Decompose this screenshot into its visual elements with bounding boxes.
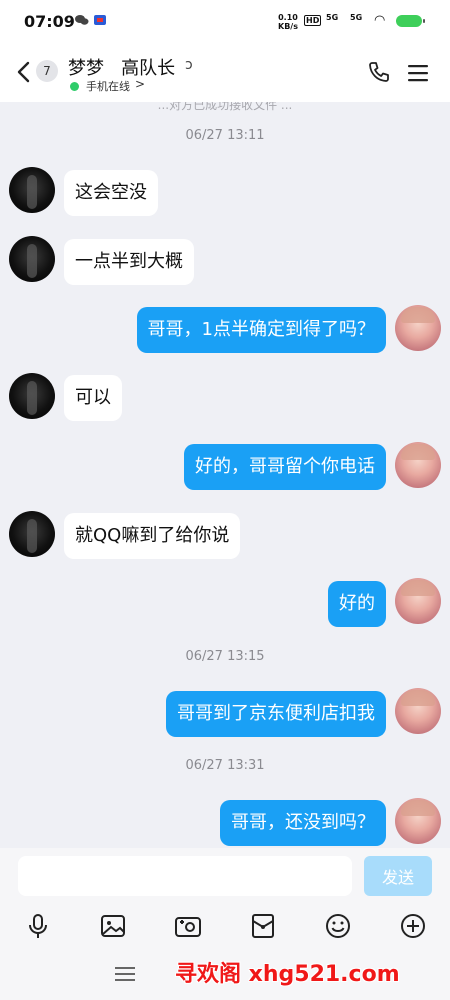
timestamp: 06/27 13:11 — [185, 128, 265, 143]
wifi-icon: ◠ — [374, 13, 386, 28]
signal-2-icon: 5G — [350, 13, 363, 22]
chevron-right-icon: > — [135, 77, 146, 91]
hd-badge: HD — [304, 15, 322, 26]
message-bubble-outgoing[interactable]: 好的，哥哥留个你电话 — [184, 444, 386, 490]
camera-icon[interactable] — [174, 912, 202, 940]
microphone-icon[interactable] — [24, 912, 52, 940]
input-bar: 发送 — [0, 848, 450, 906]
message-bubble-incoming[interactable]: 一点半到大概 — [64, 239, 194, 285]
red-packet-icon[interactable] — [249, 912, 277, 940]
contact-avatar[interactable] — [9, 373, 55, 419]
phone-icon[interactable] — [367, 60, 391, 84]
message-bubble-outgoing[interactable]: 哥哥到了京东便利店扣我 — [166, 691, 386, 737]
wechat-icon — [75, 15, 89, 25]
my-avatar[interactable] — [395, 688, 441, 734]
send-button[interactable]: 发送 — [364, 856, 432, 896]
unread-count-badge[interactable]: 7 — [36, 60, 58, 82]
battery-icon — [396, 15, 425, 27]
contact-avatar[interactable] — [9, 236, 55, 282]
message-bubble-outgoing[interactable]: 好的 — [328, 581, 386, 627]
message-bubble-incoming[interactable]: 可以 — [64, 375, 122, 421]
watermark: 寻欢阁 xhg521.com — [175, 962, 400, 987]
app-notification-icon — [94, 15, 106, 25]
recent-apps-icon[interactable] — [115, 966, 135, 982]
online-dot — [70, 82, 79, 91]
message-bubble-incoming[interactable]: 这会空没 — [64, 170, 158, 216]
message-bubble-outgoing[interactable]: 哥哥，1点半确定到得了吗？ — [136, 307, 386, 353]
chat-toolbar — [0, 906, 450, 946]
signal-1-icon: 5G — [326, 13, 339, 22]
emoji-icon[interactable] — [324, 912, 352, 940]
message-list[interactable]: ...对方已成功接收文件 ... 06/27 13:11 这会空没 一点半到大概… — [0, 102, 450, 848]
my-avatar[interactable] — [395, 305, 441, 351]
message-bubble-incoming[interactable]: 就QQ嘛到了给你说 — [64, 513, 241, 559]
timestamp: 06/27 13:31 — [185, 758, 265, 773]
timestamp: 06/27 13:15 — [185, 649, 265, 664]
message-bubble-outgoing[interactable]: 哥哥，还没到吗？ — [220, 800, 386, 846]
contact-avatar[interactable] — [9, 167, 55, 213]
contact-name[interactable]: 梦梦 高队长 — [68, 54, 175, 80]
my-avatar[interactable] — [395, 442, 441, 488]
online-status[interactable]: 手机在线 — [86, 78, 130, 94]
my-avatar[interactable] — [395, 798, 441, 844]
net-speed: 0.10 KB/s — [278, 13, 298, 31]
my-avatar[interactable] — [395, 578, 441, 624]
partial-system-notice: ...对方已成功接收文件 ... — [157, 102, 293, 112]
message-input[interactable] — [18, 856, 352, 896]
back-icon[interactable] — [14, 60, 34, 84]
contact-avatar[interactable] — [9, 511, 55, 557]
status-bar: 07:09 0.10 KB/s HD 5G 5G ◠ — [0, 0, 450, 44]
system-nav-bar: 寻欢阁 xhg521.com — [0, 946, 450, 1000]
plus-icon[interactable] — [399, 912, 427, 940]
ear-icon: ↄ — [185, 57, 193, 73]
chat-header: 7 梦梦 高队长 ↄ 手机在线 > — [0, 44, 450, 102]
menu-icon[interactable] — [408, 64, 428, 82]
status-time: 07:09 — [24, 12, 75, 31]
photo-icon[interactable] — [99, 912, 127, 940]
